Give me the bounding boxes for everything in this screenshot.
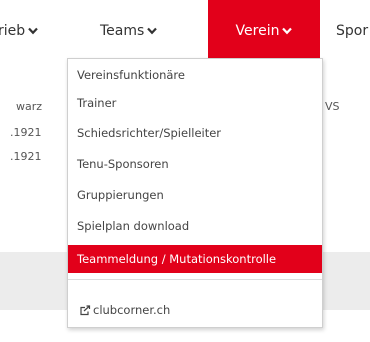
menu-item-spielplan-download[interactable]: Spielplan download: [68, 213, 322, 239]
nav-item-teams[interactable]: Teams: [100, 0, 190, 62]
menu-item-label: clubcorner.ch: [93, 303, 171, 317]
background-text-right: VS: [325, 100, 340, 113]
nav-item-label: Spor: [336, 23, 369, 39]
verein-dropdown-menu: Vereinsfunktionäre Trainer Schiedsrichte…: [67, 58, 323, 328]
chevron-down-icon: [147, 27, 158, 35]
menu-item-schiedsrichter[interactable]: Schiedsrichter/Spielleiter: [68, 120, 322, 146]
menu-item-vereinsfunktionaere[interactable]: Vereinsfunktionäre: [68, 62, 322, 88]
chevron-down-icon: [282, 27, 293, 35]
background-text-line: warz: [16, 100, 43, 113]
background-text-line: .1921: [10, 150, 42, 163]
external-link-icon: [80, 304, 91, 315]
nav-item-betrieb[interactable]: rieb: [0, 0, 68, 62]
nav-item-verein[interactable]: Verein: [208, 0, 320, 62]
menu-item-clubcorner[interactable]: clubcorner.ch: [68, 297, 322, 323]
menu-item-tenu-sponsoren[interactable]: Tenu-Sponsoren: [68, 151, 322, 177]
nav-item-sponsoren[interactable]: Spor: [336, 0, 370, 62]
background-text-line: .1921: [10, 126, 42, 139]
menu-item-trainer[interactable]: Trainer: [68, 90, 322, 116]
main-navigation: rieb Teams Verein Spor: [0, 0, 370, 62]
menu-divider: [68, 279, 322, 280]
nav-item-label: Teams: [100, 23, 145, 39]
nav-item-label: Verein: [235, 23, 280, 39]
chevron-down-icon: [28, 27, 38, 35]
menu-item-gruppierungen[interactable]: Gruppierungen: [68, 182, 322, 208]
nav-item-label: rieb: [0, 23, 26, 39]
menu-item-teammeldung[interactable]: Teammeldung / Mutationskontrolle: [68, 245, 322, 273]
